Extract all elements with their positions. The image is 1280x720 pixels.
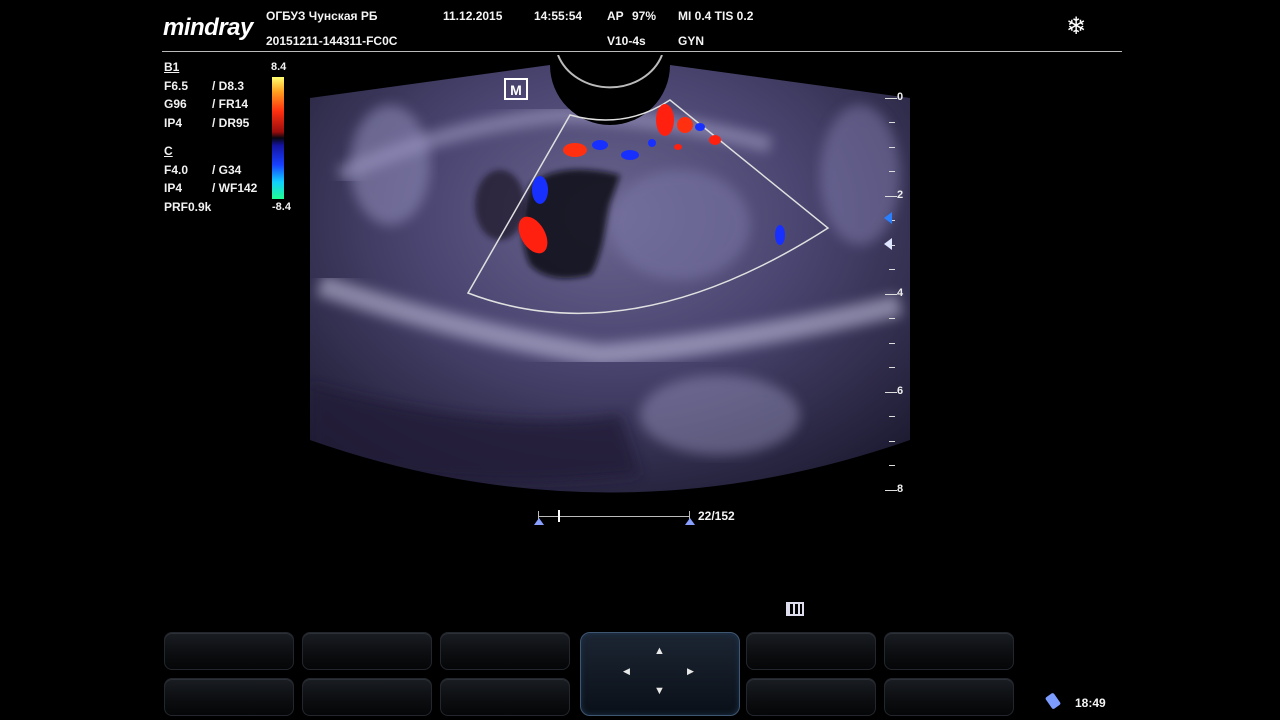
navigation-pad[interactable]: ▲ ▼ ◀ ▶	[580, 632, 740, 716]
focus-marker-icon[interactable]	[884, 238, 892, 250]
soft-key-2[interactable]	[302, 632, 432, 670]
patient-id: 20151211-144311-FC0C	[266, 34, 398, 48]
arrow-up-icon[interactable]: ▲	[654, 645, 665, 657]
depth-label: 6	[897, 385, 904, 397]
orientation-marker: M	[510, 82, 522, 98]
exam-time: 14:55:54	[534, 9, 583, 23]
bmode-param: / FR14	[212, 97, 249, 111]
cine-frame-counter: 22/152	[698, 509, 735, 523]
arrow-right-icon[interactable]: ▶	[687, 666, 694, 677]
color-title: C	[164, 144, 173, 158]
bmode-param: / D8.3	[212, 79, 245, 93]
exam-date: 11.12.2015	[443, 9, 503, 23]
color-param: IP4	[164, 181, 183, 195]
cine-position-handle[interactable]	[558, 510, 560, 522]
color-scale-max: 8.4	[271, 61, 287, 73]
prf-value: PRF0.9k	[164, 200, 212, 214]
depth-label: 0	[897, 91, 904, 103]
mindray-logo: mindray	[163, 14, 253, 41]
soft-key-10[interactable]	[884, 678, 1014, 716]
usb-drive-icon	[1044, 692, 1062, 710]
soft-key-7[interactable]	[302, 678, 432, 716]
header-divider	[162, 51, 1122, 52]
mi-tis-readout: MI 0.4 TIS 0.2	[678, 9, 754, 23]
bmode-param: G96	[164, 97, 187, 111]
acoustic-power-value: 97%	[632, 9, 657, 23]
soft-key-5[interactable]	[884, 632, 1014, 670]
color-param: / G34	[212, 163, 242, 177]
soft-key-9[interactable]	[746, 678, 876, 716]
cine-start-marker-icon[interactable]	[534, 518, 544, 525]
color-scale-bar	[272, 77, 284, 199]
depth-label: 2	[897, 189, 904, 201]
probe-name: V10-4s	[607, 34, 646, 48]
system-clock: 18:49	[1075, 696, 1106, 710]
color-param: / WF142	[212, 181, 258, 195]
acoustic-power-label: AP	[607, 9, 624, 23]
arrow-left-icon[interactable]: ◀	[623, 666, 630, 677]
ultrasound-image[interactable]: M	[300, 55, 920, 515]
cine-end-marker-icon[interactable]	[685, 518, 695, 525]
color-param: F4.0	[164, 163, 189, 177]
bmode-param: IP4	[164, 116, 183, 130]
bmode-param: F6.5	[164, 79, 189, 93]
soft-key-6[interactable]	[164, 678, 294, 716]
bmode-title: B1	[164, 60, 180, 74]
snowflake-icon[interactable]: ❄	[1066, 12, 1086, 41]
soft-key-1[interactable]	[164, 632, 294, 670]
bmode-param: / DR95	[212, 116, 250, 130]
soft-key-4[interactable]	[746, 632, 876, 670]
cine-track[interactable]	[538, 516, 690, 517]
color-scale-min: -8.4	[272, 201, 291, 213]
focus-marker-icon[interactable]	[884, 212, 892, 224]
depth-label: 4	[897, 287, 904, 299]
soft-key-3[interactable]	[440, 632, 570, 670]
arrow-down-icon[interactable]: ▼	[654, 685, 665, 697]
institution-name: ОГБУЗ Чунская РБ	[266, 9, 378, 23]
depth-label: 8	[897, 483, 904, 495]
depth-scale: 0 2 4 6 8	[880, 91, 910, 495]
film-icon[interactable]	[786, 602, 804, 616]
soft-key-8[interactable]	[440, 678, 570, 716]
exam-preset: GYN	[678, 34, 705, 48]
